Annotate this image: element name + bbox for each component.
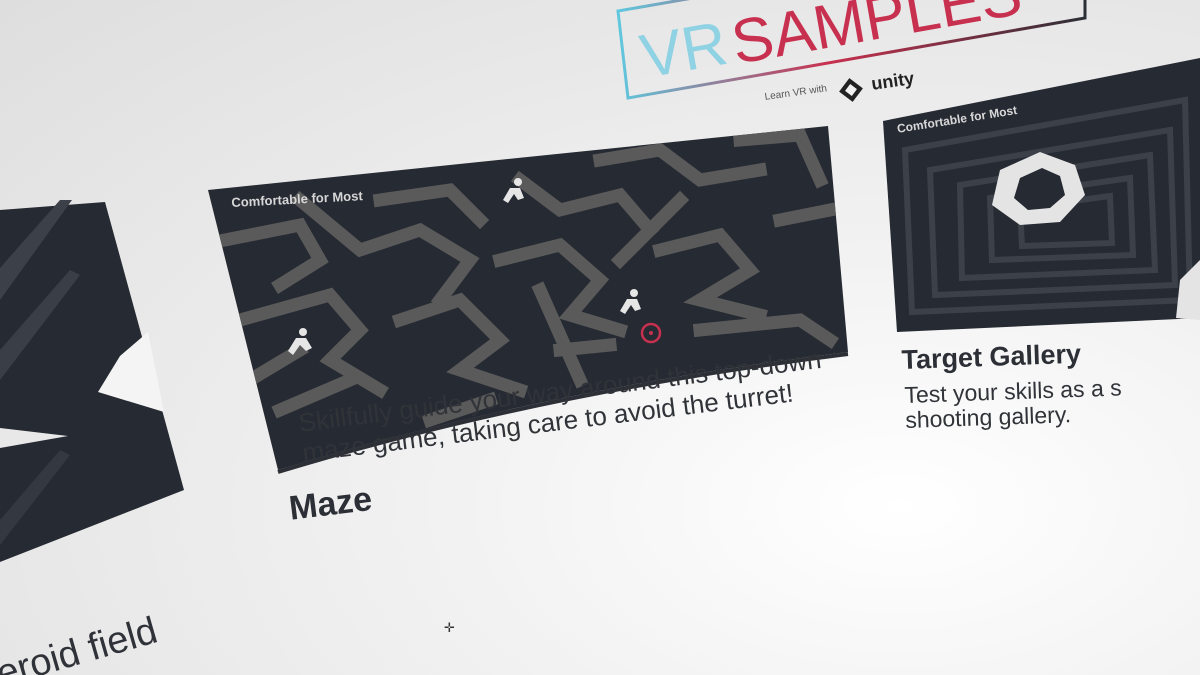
- target-gallery-card-image[interactable]: [883, 58, 1200, 332]
- logo-samples-text: SAMPLES: [726, 0, 1026, 78]
- vr-scene: VR SAMPLES: [0, 0, 1200, 562]
- logo-vr-text: VR: [635, 9, 732, 92]
- asteroid-card-image[interactable]: [0, 200, 184, 562]
- gaze-cursor-icon: ✛: [444, 620, 455, 635]
- unity-logo-icon: [839, 78, 863, 102]
- target-gallery-card-title[interactable]: Target Gallery: [901, 339, 1082, 376]
- target-gallery-card-description: Test your skills as a s shooting gallery…: [904, 374, 1123, 433]
